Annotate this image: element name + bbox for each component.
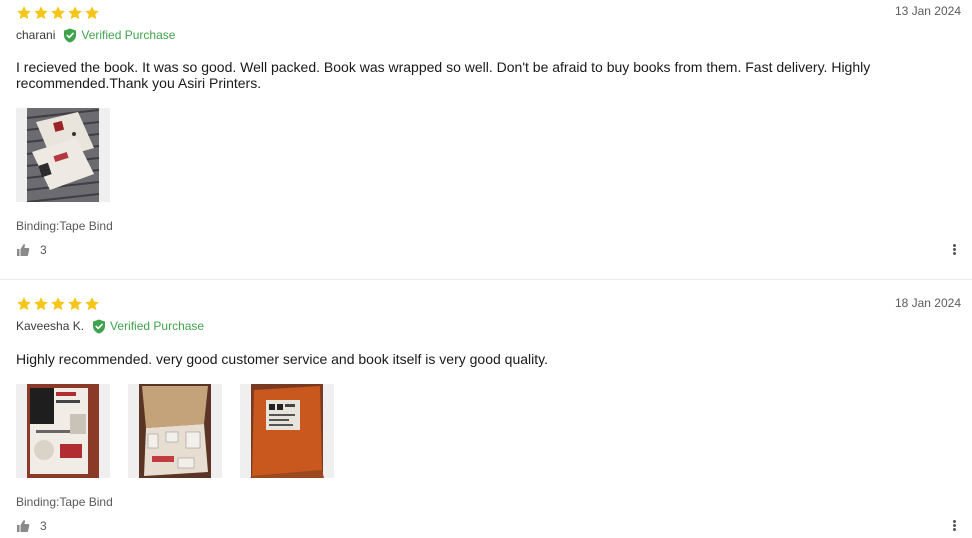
star-icon — [16, 5, 32, 21]
star-icon — [67, 5, 83, 21]
star-icon — [84, 296, 100, 312]
review-photo[interactable] — [128, 384, 222, 478]
rating-stars — [16, 296, 100, 312]
more-vertical-icon[interactable] — [951, 243, 957, 257]
star-icon — [84, 5, 100, 21]
verified-shield-icon — [63, 28, 77, 43]
verified-label: Verified Purchase — [110, 319, 205, 333]
star-icon — [33, 296, 49, 312]
verified-badge: Verified Purchase — [92, 319, 204, 334]
binding-variant: Binding:Tape Bind — [16, 219, 113, 233]
reviewer-name: Kaveesha K. — [16, 319, 85, 333]
verified-badge: Verified Purchase — [63, 28, 175, 43]
star-icon — [50, 296, 66, 312]
review-photo[interactable] — [16, 384, 110, 478]
star-icon — [67, 296, 83, 312]
review-photos — [16, 108, 110, 202]
rating-stars — [16, 5, 100, 21]
review-card: 18 Jan 2024 Kaveesha K. Verified Purchas… — [0, 280, 972, 538]
review-photo[interactable] — [16, 108, 110, 202]
reviewer-name: charani — [16, 28, 56, 42]
verified-shield-icon — [92, 319, 106, 334]
binding-variant: Binding:Tape Bind — [16, 495, 113, 509]
star-icon — [33, 5, 49, 21]
like-button[interactable]: 3 — [16, 243, 47, 257]
like-button[interactable]: 3 — [16, 519, 47, 533]
author-row: Kaveesha K. Verified Purchase — [16, 318, 204, 334]
review-photos — [16, 384, 334, 478]
review-date: 13 Jan 2024 — [894, 4, 961, 18]
review-card: 13 Jan 2024 charani Verified Purchase I … — [0, 0, 972, 279]
thumbs-up-icon — [16, 519, 30, 533]
like-count: 3 — [40, 243, 47, 257]
author-row: charani Verified Purchase — [16, 27, 175, 43]
more-vertical-icon[interactable] — [951, 519, 957, 533]
review-photo[interactable] — [240, 384, 334, 478]
like-count: 3 — [40, 519, 47, 533]
review-date: 18 Jan 2024 — [894, 296, 961, 310]
thumbs-up-icon — [16, 243, 30, 257]
verified-label: Verified Purchase — [81, 28, 176, 42]
star-icon — [50, 5, 66, 21]
star-icon — [16, 296, 32, 312]
review-text: I recieved the book. It was so good. Wel… — [16, 59, 871, 91]
review-text: Highly recommended. very good customer s… — [16, 351, 548, 367]
